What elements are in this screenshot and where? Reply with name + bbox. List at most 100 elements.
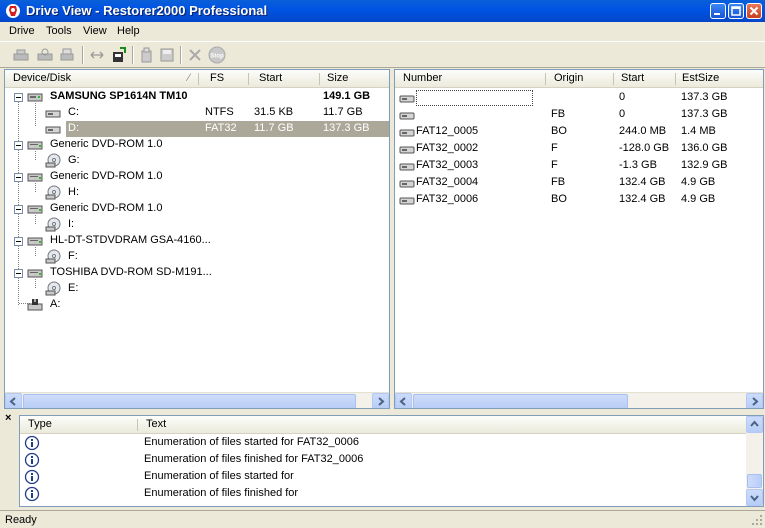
tree-collapse-toggle[interactable] (14, 237, 23, 246)
device-tree-hscrollbar[interactable] (5, 392, 389, 408)
column-separator (675, 73, 676, 85)
menu-drive[interactable]: Drive (9, 25, 35, 37)
minimize-button[interactable] (710, 3, 726, 19)
device-tree-row[interactable]: Generic DVD-ROM 1.0 (5, 169, 389, 185)
stop-icon[interactable]: Stop (208, 46, 226, 64)
partition-row[interactable]: FAT12_0005 BO 244.0 MB 1.4 MB (395, 124, 763, 140)
tree-collapse-toggle[interactable] (14, 173, 23, 182)
scroll-up-button[interactable] (746, 416, 763, 433)
column-device-disk[interactable]: Device/Disk (13, 72, 71, 84)
tree-collapse-toggle[interactable] (14, 93, 23, 102)
device-tree-panel: Device/Disk ⁄ FS Start Size SAMSUNG SP16… (4, 69, 390, 409)
export-icon[interactable] (110, 46, 128, 64)
close-button[interactable] (746, 3, 762, 19)
restorer-app-icon (6, 4, 20, 18)
partition-list-hscrollbar[interactable] (395, 392, 763, 408)
device-name: F: (68, 250, 78, 262)
open-drive-icon[interactable] (12, 46, 30, 64)
cdrom-drive-icon (27, 141, 43, 150)
scroll-left-button[interactable] (395, 393, 412, 408)
hard-disk-icon (27, 93, 43, 102)
tree-collapse-toggle[interactable] (14, 205, 23, 214)
log-vscrollbar[interactable] (746, 416, 763, 506)
scroll-thumb[interactable] (747, 474, 762, 488)
partition-estsize: 137.3 GB (681, 91, 728, 103)
scroll-thumb[interactable] (23, 394, 356, 408)
partition-row[interactable]: FB 0 137.3 GB (395, 107, 763, 123)
minimize-icon (714, 13, 720, 15)
column-size[interactable]: Size (327, 72, 348, 84)
partition-row[interactable]: FAT32_0006 BO 132.4 GB 4.9 GB (395, 192, 763, 208)
partition-icon (399, 112, 415, 120)
toolbar-separator (132, 46, 134, 64)
device-tree-row[interactable]: H: (5, 185, 389, 201)
log-row[interactable]: Enumeration of files started for FAT32_0… (20, 435, 746, 451)
menu-view[interactable]: View (83, 25, 107, 37)
cdrom-drive-icon (27, 173, 43, 182)
column-fs[interactable]: FS (210, 72, 224, 84)
partition-number: FAT32_0002 (416, 142, 479, 154)
partition-row[interactable]: 0 137.3 GB (395, 90, 763, 106)
device-tree-row[interactable]: E: (5, 281, 389, 297)
device-tree-row[interactable]: A: (5, 297, 389, 313)
column-start[interactable]: Start (259, 72, 282, 84)
menu-tools[interactable]: Tools (46, 25, 72, 37)
device-tree-row[interactable]: Generic DVD-ROM 1.0 (5, 137, 389, 153)
log-text: Enumeration of files finished for (144, 487, 299, 499)
column-origin[interactable]: Origin (554, 72, 583, 84)
scroll-down-button[interactable] (746, 489, 763, 506)
device-tree-row[interactable]: I: (5, 217, 389, 233)
resize-grip-icon[interactable] (751, 514, 763, 526)
column-type[interactable]: Type (28, 418, 52, 430)
compare-icon[interactable] (88, 46, 106, 64)
device-tree-row[interactable]: Generic DVD-ROM 1.0 (5, 201, 389, 217)
device-tree-row[interactable]: HL-DT-STDVDRAM GSA-4160... (5, 233, 389, 249)
device-tree-row[interactable]: TOSHIBA DVD-ROM SD-M191... (5, 265, 389, 281)
window-title: Drive View - Restorer2000 Professional (26, 3, 268, 18)
scroll-right-button[interactable] (372, 393, 389, 408)
tree-collapse-toggle[interactable] (14, 141, 23, 150)
scroll-thumb[interactable] (413, 394, 628, 408)
save-icon[interactable] (158, 46, 176, 64)
device-tree-row[interactable]: F: (5, 249, 389, 265)
floppy-drive-icon (27, 299, 43, 311)
device-name: D: (68, 122, 79, 134)
partition-row[interactable]: FAT32_0004 FB 132.4 GB 4.9 GB (395, 175, 763, 191)
device-tree-row[interactable]: D: FAT32 11.7 GB 137.3 GB (5, 121, 389, 137)
device-name: E: (68, 282, 79, 294)
log-row[interactable]: Enumeration of files finished for FAT32_… (20, 452, 746, 468)
partition-row[interactable]: FAT32_0003 F -1.3 GB 132.9 GB (395, 158, 763, 174)
scroll-left-button[interactable] (5, 393, 22, 408)
cd-disc-icon (45, 281, 61, 296)
column-text[interactable]: Text (146, 418, 166, 430)
scroll-right-button[interactable] (746, 393, 763, 408)
menu-help[interactable]: Help (117, 25, 140, 37)
log-text: Enumeration of files finished for FAT32_… (144, 453, 364, 465)
partition-origin: F (551, 142, 558, 154)
focus-rectangle (416, 90, 533, 106)
partition-start: 244.0 MB (619, 125, 667, 137)
status-bar: Ready (0, 510, 765, 528)
log-close-icon[interactable]: × (5, 412, 11, 424)
device-fs: FAT32 (205, 122, 237, 134)
log-row[interactable]: Enumeration of files finished for (20, 486, 746, 502)
copy-icon[interactable] (138, 46, 156, 64)
device-tree-row[interactable]: C: NTFS 31.5 KB 11.7 GB (5, 105, 389, 121)
tree-collapse-toggle[interactable] (14, 269, 23, 278)
column-estsize[interactable]: EstSize (682, 72, 719, 84)
cancel-icon[interactable] (186, 46, 204, 64)
print-icon[interactable] (58, 46, 76, 64)
cd-disc-icon (45, 153, 61, 168)
scan-icon[interactable] (36, 46, 54, 64)
device-tree-row[interactable]: G: (5, 153, 389, 169)
info-icon (24, 452, 40, 468)
column-start[interactable]: Start (621, 72, 644, 84)
column-number[interactable]: Number (403, 72, 442, 84)
log-row[interactable]: Enumeration of files started for (20, 469, 746, 485)
maximize-button[interactable] (728, 3, 744, 19)
close-icon (749, 6, 759, 16)
partition-row[interactable]: FAT32_0002 F -128.0 GB 136.0 GB (395, 141, 763, 157)
device-tree-row[interactable]: SAMSUNG SP1614N TM10 149.1 GB (5, 89, 389, 105)
partition-list-header: Number Origin Start EstSize (395, 70, 763, 88)
info-icon (24, 435, 40, 451)
